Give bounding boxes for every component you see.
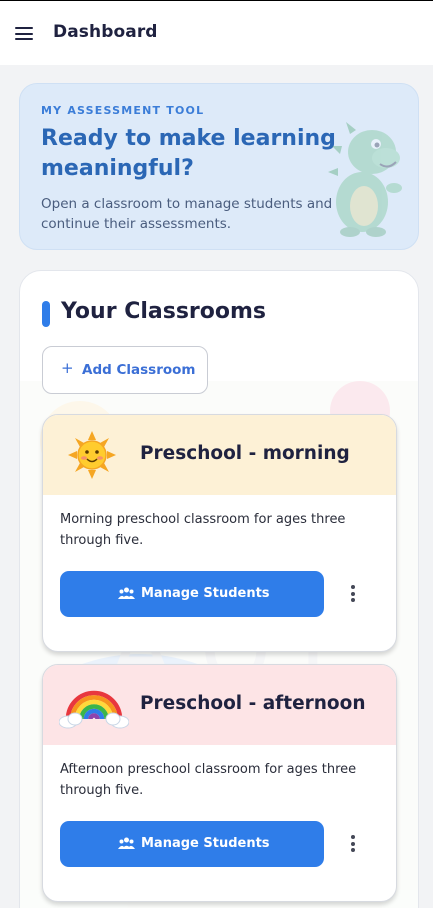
sun-icon xyxy=(68,431,116,479)
classrooms-panel: A O I Your Classrooms + Add Classroom xyxy=(19,270,419,908)
manage-students-button[interactable]: Manage Students xyxy=(60,821,324,867)
classroom-card: Preschool - morning Morning preschool cl… xyxy=(42,414,397,652)
classroom-name: Preschool - afternoon xyxy=(140,693,366,714)
page-title: Dashboard xyxy=(53,22,158,42)
classroom-name: Preschool - morning xyxy=(140,443,350,464)
manage-students-label: Manage Students xyxy=(141,586,270,601)
hero-title: Ready to make learning meaningful? xyxy=(41,126,336,181)
hero-eyebrow: MY ASSESSMENT TOOL xyxy=(41,104,205,117)
more-options-icon[interactable] xyxy=(345,585,361,603)
dinosaur-mascot-icon xyxy=(328,122,402,237)
section-accent-bar xyxy=(42,301,50,327)
hamburger-menu-icon[interactable] xyxy=(15,27,33,40)
add-classroom-label: Add Classroom xyxy=(82,362,196,378)
manage-students-button[interactable]: Manage Students xyxy=(60,571,324,617)
plus-icon: + xyxy=(61,359,74,377)
section-title: Your Classrooms xyxy=(61,299,267,324)
group-icon xyxy=(118,837,135,849)
manage-students-label: Manage Students xyxy=(141,836,270,851)
classroom-card-header: Preschool - morning xyxy=(43,415,396,495)
group-icon xyxy=(118,587,135,599)
classroom-card-header: Preschool - afternoon xyxy=(43,665,396,745)
classroom-card: Preschool - afternoon Afternoon preschoo… xyxy=(42,664,397,902)
hero-banner: MY ASSESSMENT TOOL Ready to make learnin… xyxy=(19,83,419,250)
classroom-description: Afternoon preschool classroom for ages t… xyxy=(60,762,357,798)
add-classroom-button[interactable]: + Add Classroom xyxy=(42,346,208,394)
app-bar: Dashboard xyxy=(0,1,433,65)
more-options-icon[interactable] xyxy=(345,835,361,853)
classroom-description: Morning preschool classroom for ages thr… xyxy=(60,512,346,548)
rainbow-icon xyxy=(59,690,129,729)
